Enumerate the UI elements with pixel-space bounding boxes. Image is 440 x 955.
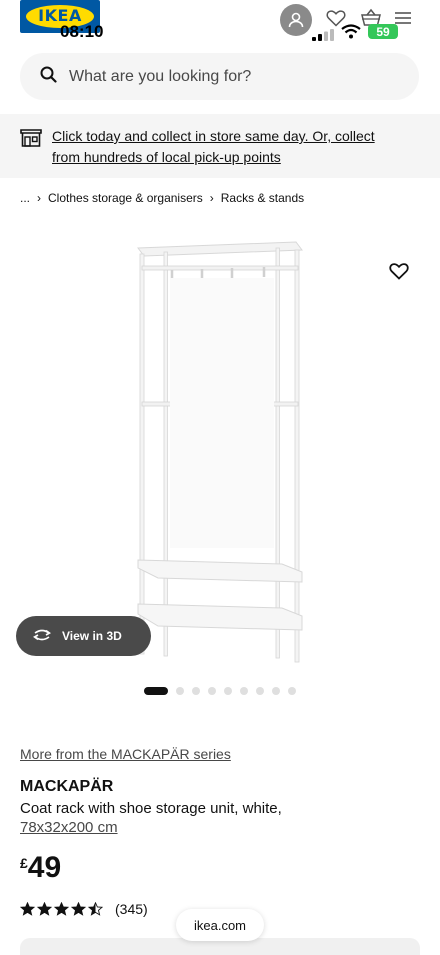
wishlist-heart-icon[interactable]: [389, 262, 409, 285]
status-time: 08:10: [60, 22, 104, 41]
click-collect-banner[interactable]: Click today and collect in store same da…: [0, 114, 440, 178]
battery-level: 59: [376, 24, 390, 39]
star-full-icon: [20, 902, 35, 916]
star-half-icon: [88, 902, 103, 916]
gallery-dot[interactable]: [176, 687, 184, 695]
chevron-right-icon: ›: [37, 191, 42, 205]
gallery-dot[interactable]: [224, 687, 232, 695]
gallery-dot[interactable]: [256, 687, 264, 695]
product-price: £ 49: [20, 852, 61, 884]
rating-stars: [20, 902, 105, 916]
search-bar[interactable]: [20, 53, 419, 100]
star-full-icon: [54, 902, 69, 916]
view-in-3d-label: View in 3D: [62, 629, 122, 643]
gallery-dot[interactable]: [288, 687, 296, 695]
rotate-3d-icon: [32, 628, 52, 645]
rating-count[interactable]: (345): [115, 901, 148, 917]
product-image[interactable]: [132, 238, 308, 668]
signal-icon: [312, 28, 334, 46]
status-bar: IKEA 08:10 59: [0, 0, 440, 46]
product-name: MACKAPÄR: [20, 778, 114, 795]
gallery-dot[interactable]: [240, 687, 248, 695]
banner-link[interactable]: Click today and collect in store same da…: [52, 126, 402, 178]
chevron-right-icon: ›: [209, 191, 214, 205]
gallery-dot[interactable]: [192, 687, 200, 695]
product-size-link[interactable]: 78x32x200 cm: [20, 819, 118, 836]
view-in-3d-button[interactable]: View in 3D: [16, 616, 151, 656]
wifi-icon: [341, 24, 361, 44]
search-icon: [40, 66, 57, 88]
star-full-icon: [37, 902, 52, 916]
gallery-dot[interactable]: [144, 687, 168, 695]
product-description: Coat rack with shoe storage unit, white,: [20, 800, 282, 817]
breadcrumb-ellipsis[interactable]: ...: [20, 191, 30, 205]
breadcrumb: ... › Clothes storage & organisers › Rac…: [20, 191, 304, 205]
star-full-icon: [71, 902, 86, 916]
search-input[interactable]: [69, 67, 389, 86]
battery-icon: 59: [368, 24, 398, 39]
series-link[interactable]: More from the MACKAPÄR series: [20, 746, 231, 762]
breadcrumb-item-clothes-storage[interactable]: Clothes storage & organisers: [48, 191, 203, 205]
price-currency: £: [20, 855, 28, 871]
price-amount: 49: [27, 851, 62, 884]
browser-url-pill[interactable]: ikea.com: [176, 909, 264, 941]
store-icon: [20, 128, 42, 178]
avatar-icon[interactable]: [280, 4, 312, 36]
gallery-dot[interactable]: [272, 687, 280, 695]
gallery-pagination: [144, 687, 304, 695]
gallery-dot[interactable]: [208, 687, 216, 695]
breadcrumb-item-racks-stands[interactable]: Racks & stands: [221, 191, 304, 205]
product-rating[interactable]: (345): [20, 901, 148, 917]
